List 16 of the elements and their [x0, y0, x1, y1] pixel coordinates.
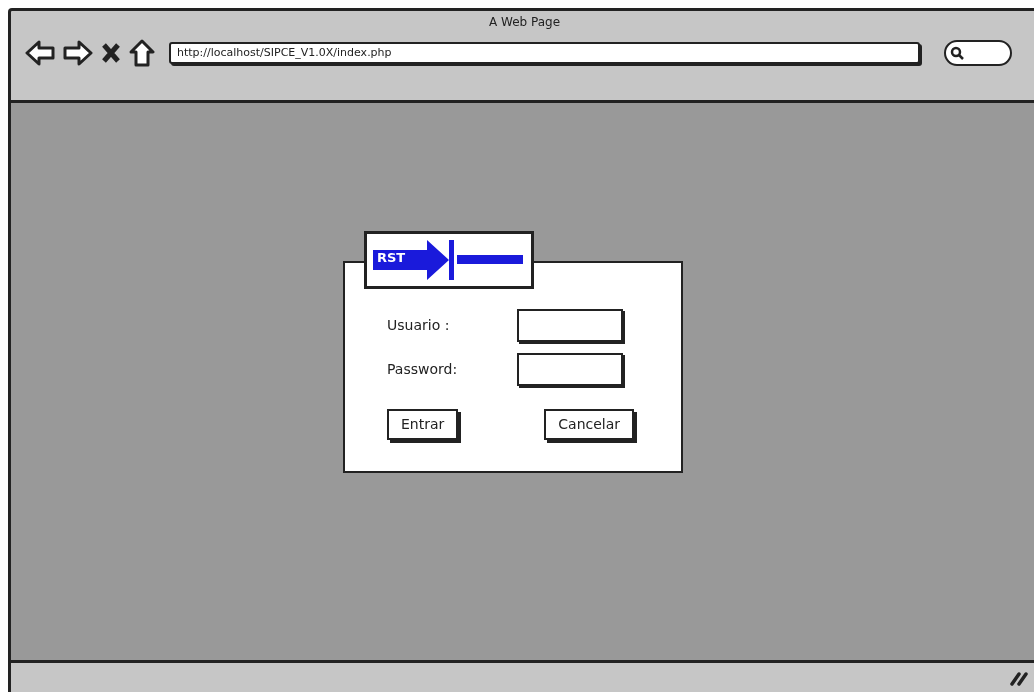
input-field[interactable]: [517, 308, 623, 342]
field-label: Password:: [387, 359, 459, 379]
input-field[interactable]: [517, 352, 623, 386]
forward-icon[interactable]: [63, 40, 93, 66]
field-label: Usuario :: [387, 315, 451, 335]
home-icon[interactable]: [129, 39, 155, 67]
resize-grip-icon[interactable]: [1010, 669, 1028, 686]
search-icon: [950, 46, 964, 60]
window-title: A Web Page: [487, 14, 562, 31]
submit-button[interactable]: Entrar: [387, 409, 459, 440]
search-field[interactable]: [944, 40, 1012, 66]
cancel-button[interactable]: Cancelar: [544, 409, 635, 440]
close-icon[interactable]: [101, 42, 121, 64]
back-icon[interactable]: [25, 40, 55, 66]
address-bar[interactable]: http://localhost/SIPCE_V1.0X/index.php: [169, 42, 920, 64]
logo-text: RST: [377, 249, 406, 267]
